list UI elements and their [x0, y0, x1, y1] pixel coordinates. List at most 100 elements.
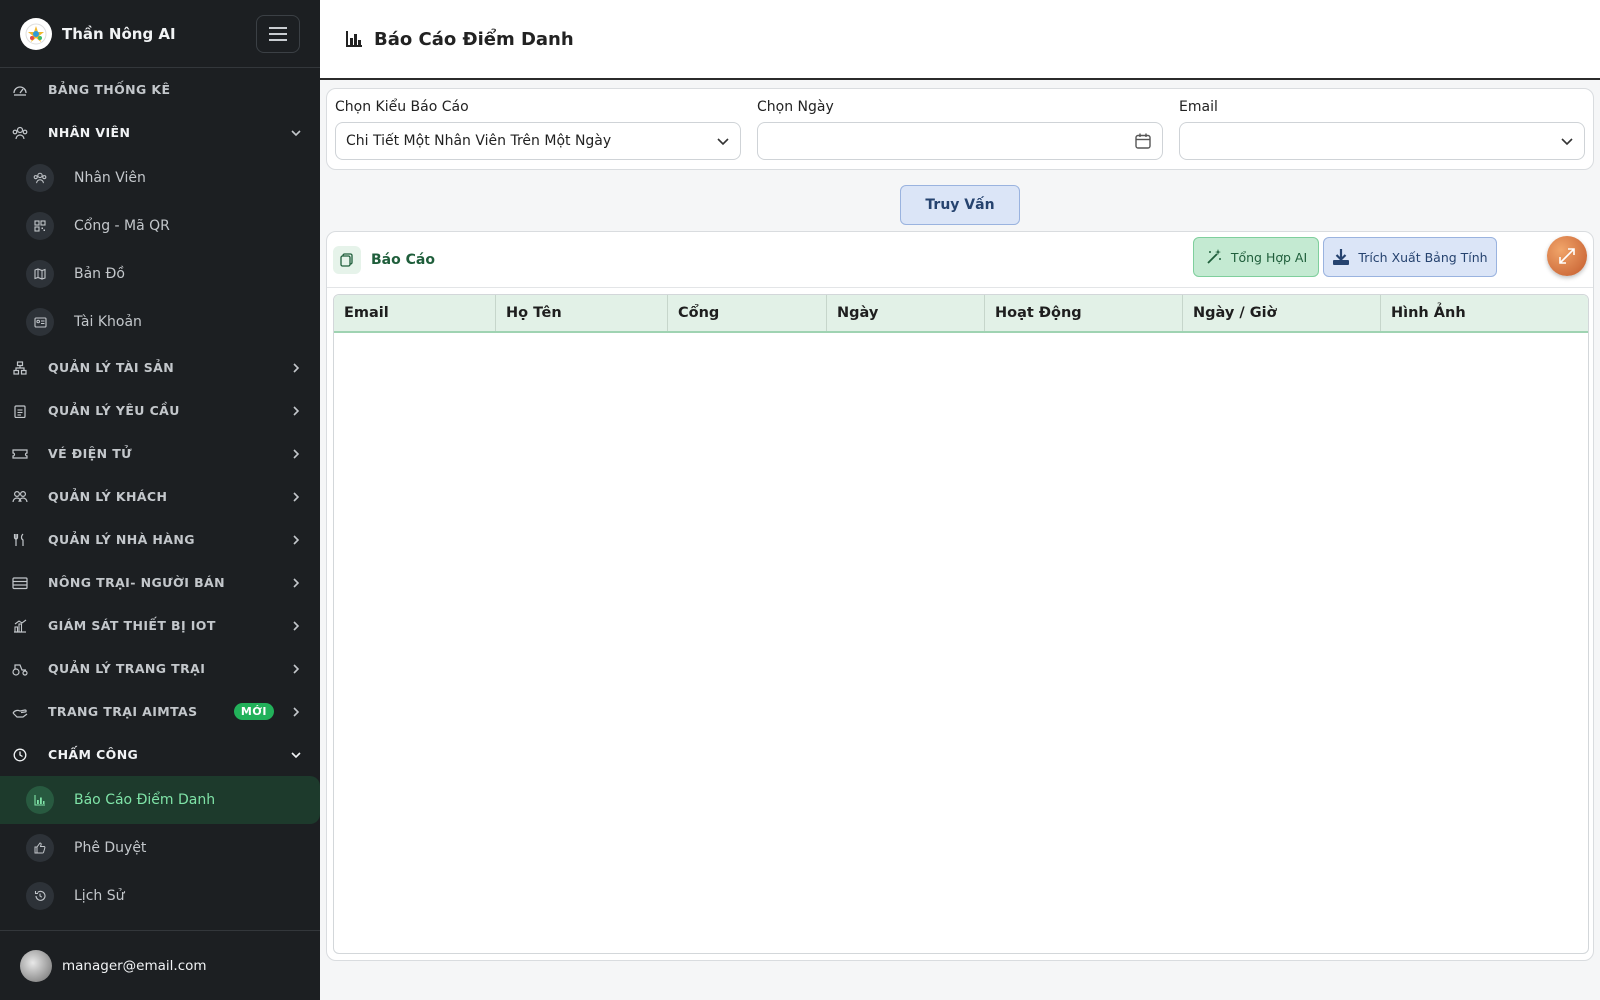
sidebar-section-label: QUẢN LÝ KHÁCH: [48, 489, 168, 504]
table-column-header[interactable]: Ngày: [827, 295, 985, 331]
ai-summary-button[interactable]: Tổng Hợp AI: [1193, 237, 1319, 277]
user-bar[interactable]: manager@email.com: [0, 930, 320, 1000]
ticket-icon: [12, 446, 28, 462]
sidebar-section[interactable]: CHẤM CÔNG: [0, 733, 320, 776]
sidebar-subitem[interactable]: Nhân Viên: [0, 154, 320, 202]
sidebar-section[interactable]: NHÂN VIÊN: [0, 111, 320, 154]
table-column-header[interactable]: Họ Tên: [496, 295, 668, 331]
expand-button[interactable]: [1547, 236, 1587, 276]
sidebar-nav: BẢNG THỐNG KÊ NHÂN VIÊN Nhân Viên Cổng - Mã…: [0, 68, 320, 920]
magic-wand-icon: [1207, 249, 1221, 264]
query-button[interactable]: Truy Vấn: [900, 185, 1020, 225]
clipboard-icon: [12, 403, 28, 419]
export-spreadsheet-button[interactable]: Trích Xuất Bảng Tính: [1323, 237, 1497, 277]
chevron-down-icon: [1561, 138, 1573, 146]
sidebar-section[interactable]: BẢNG THỐNG KÊ: [0, 68, 320, 111]
dashboard-icon: [12, 82, 28, 98]
sidebar-section[interactable]: TRANG TRẠI AIMTAS MỚI: [0, 690, 320, 733]
history-icon: [26, 882, 54, 910]
asset-icon: [12, 360, 28, 376]
store-icon: [12, 575, 28, 591]
email-select[interactable]: [1179, 122, 1585, 160]
chevron-right-icon[interactable]: [286, 358, 306, 378]
new-badge: MỚI: [233, 703, 274, 720]
sidebar-section[interactable]: QUẢN LÝ KHÁCH: [0, 475, 320, 518]
chevron-right-icon[interactable]: [286, 616, 306, 636]
clock-icon: [12, 747, 28, 763]
report-title: Báo Cáo: [371, 251, 435, 268]
chevron-right-icon[interactable]: [286, 702, 306, 722]
menu-toggle-button[interactable]: [256, 14, 300, 53]
report-table: Email Họ Tên Cổng Ngày Hoạt Động Ngày / Giờ Hì…: [333, 294, 1589, 954]
chevron-right-icon[interactable]: [286, 659, 306, 679]
hamburger-icon: [269, 32, 287, 35]
download-icon: [1333, 249, 1350, 265]
map-icon: [26, 260, 54, 288]
sidebar-subitem[interactable]: Báo Cáo Điểm Danh: [0, 776, 320, 824]
expand-icon: [1559, 248, 1575, 264]
sidebar-section[interactable]: QUẢN LÝ TÀI SẢN: [0, 346, 320, 389]
sidebar-section[interactable]: GIÁM SÁT THIẾT BỊ IOT: [0, 604, 320, 647]
sidebar-section-label: QUẢN LÝ TRANG TRẠI: [48, 661, 206, 676]
chevron-right-icon[interactable]: [286, 487, 306, 507]
sidebar-section[interactable]: QUẢN LÝ TRANG TRẠI: [0, 647, 320, 690]
filter-panel: Chọn Kiểu Báo Cáo Chi Tiết Một Nhân Viên…: [326, 88, 1594, 170]
table-column-header[interactable]: Cổng: [668, 295, 827, 331]
chevron-down-icon[interactable]: [286, 745, 306, 765]
sidebar-section[interactable]: VÉ ĐIỆN TỬ: [0, 432, 320, 475]
sidebar-section-label: GIÁM SÁT THIẾT BỊ IOT: [48, 618, 216, 633]
chevron-down-icon: [717, 138, 729, 146]
sidebar-subitem[interactable]: Lịch Sử: [0, 872, 320, 920]
sidebar-section-label: TRANG TRẠI AIMTAS: [48, 704, 198, 719]
bar-chart-icon: [26, 786, 54, 814]
sidebar-section[interactable]: QUẢN LÝ YÊU CẦU: [0, 389, 320, 432]
people-icon: [26, 164, 54, 192]
sidebar-section-label: QUẢN LÝ NHÀ HÀNG: [48, 532, 195, 547]
tractor-icon: [12, 661, 28, 677]
table-column-header[interactable]: Hoạt Động: [985, 295, 1183, 331]
qr-icon: [26, 212, 54, 240]
email-field: Email: [1179, 99, 1585, 160]
table-column-header[interactable]: Hình Ảnh: [1381, 295, 1588, 331]
table-column-header[interactable]: Ngày / Giờ: [1183, 295, 1381, 331]
report-type-value: Chi Tiết Một Nhân Viên Trên Một Ngày: [346, 133, 612, 149]
brand-logo-icon[interactable]: [20, 17, 52, 50]
chart-icon: [12, 618, 28, 634]
chevron-down-icon[interactable]: [286, 123, 306, 143]
sidebar-subitem[interactable]: Cổng - Mã QR: [0, 202, 320, 250]
sidebar-section-label: BẢNG THỐNG KÊ: [48, 82, 171, 97]
report-type-field: Chọn Kiểu Báo Cáo Chi Tiết Một Nhân Viên…: [335, 99, 741, 160]
page-header: Báo Cáo Điểm Danh: [320, 0, 1600, 80]
sidebar-subitem-label: Cổng - Mã QR: [74, 218, 170, 234]
sidebar-section[interactable]: QUẢN LÝ NHÀ HÀNG: [0, 518, 320, 561]
table-header: Email Họ Tên Cổng Ngày Hoạt Động Ngày / Giờ Hì…: [334, 295, 1588, 333]
user-email: manager@email.com: [62, 957, 207, 974]
hand-icon: [12, 704, 28, 720]
chevron-right-icon[interactable]: [286, 573, 306, 593]
bar-chart-icon: [346, 31, 362, 47]
sidebar: Thần Nông AI BẢNG THỐNG KÊ NHÂN VIÊN Nhân …: [0, 0, 320, 1000]
sidebar-section-label: QUẢN LÝ TÀI SẢN: [48, 360, 175, 375]
sidebar-section-label: NÔNG TRẠI- NGƯỜI BÁN: [48, 575, 225, 590]
brand-bar: Thần Nông AI: [0, 0, 320, 68]
brand-name: Thần Nông AI: [62, 24, 176, 43]
id-card-icon: [26, 308, 54, 336]
table-column-header[interactable]: Email: [334, 295, 496, 331]
report-type-select[interactable]: Chi Tiết Một Nhân Viên Trên Một Ngày: [335, 122, 741, 160]
page-title: Báo Cáo Điểm Danh: [374, 28, 574, 50]
ai-summary-label: Tổng Hợp AI: [1230, 249, 1308, 265]
calendar-icon[interactable]: [1134, 132, 1152, 150]
chevron-right-icon[interactable]: [286, 530, 306, 550]
report-type-label: Chọn Kiểu Báo Cáo: [335, 99, 469, 115]
thumbs-up-icon: [26, 834, 54, 862]
email-label: Email: [1179, 99, 1218, 115]
date-input[interactable]: [757, 122, 1163, 160]
sidebar-subitem[interactable]: Phê Duyệt: [0, 824, 320, 872]
sidebar-section[interactable]: NÔNG TRẠI- NGƯỜI BÁN: [0, 561, 320, 604]
chevron-right-icon[interactable]: [286, 444, 306, 464]
chevron-right-icon[interactable]: [286, 401, 306, 421]
sidebar-subitem[interactable]: Bản Đồ: [0, 250, 320, 298]
avatar[interactable]: [20, 949, 52, 982]
sidebar-subitem[interactable]: Tài Khoản: [0, 298, 320, 346]
sidebar-subitem-label: Phê Duyệt: [74, 840, 147, 856]
